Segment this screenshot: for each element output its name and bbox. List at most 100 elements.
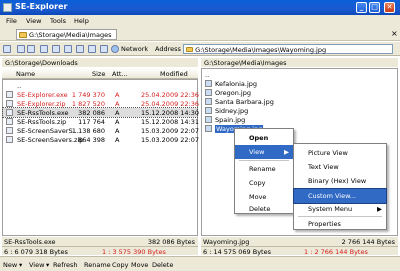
minimize-button[interactable]: _	[356, 2, 367, 13]
submenu-arrow-icon: ▶	[377, 205, 382, 213]
folder-up-icon[interactable]	[27, 45, 35, 53]
path-tab[interactable]: G:\Storage\Media\Images	[16, 29, 117, 40]
left-status: SE-RssTools.exe 382 086 Bytes	[2, 237, 198, 246]
copy-icon[interactable]	[76, 45, 84, 53]
folder-icon	[186, 47, 193, 52]
file-name: Santa Barbara.jpg	[215, 98, 274, 106]
view-text[interactable]: Text View	[294, 160, 386, 174]
address-value: G:\Storage\Media\Images\Wayoming.jpg	[195, 46, 327, 54]
view-picture[interactable]: Picture View	[294, 146, 386, 160]
cell-size: 1 827 520	[71, 100, 105, 108]
col-size[interactable]: Size	[92, 70, 105, 78]
right-summary: 6 : 14 575 069 Bytes 1 : 2 766 144 Bytes	[201, 246, 398, 256]
cell-name: SE-Explorer.zip	[17, 100, 66, 108]
tab-close-icon[interactable]: ×	[391, 29, 398, 38]
maximize-button[interactable]: □	[369, 2, 380, 13]
file-icon	[6, 136, 13, 143]
cell-modified: 25.04.2009 22:36	[141, 91, 200, 99]
list-item[interactable]: Wayoming.jpg	[202, 124, 397, 133]
ctx-view[interactable]: View ▶	[235, 145, 293, 159]
list-item[interactable]: Kefalonia.jpg	[202, 79, 397, 88]
refresh-icon[interactable]	[100, 45, 108, 53]
col-modified[interactable]: Modified	[160, 70, 188, 78]
file-icon	[6, 100, 13, 107]
view-binary[interactable]: Binary (Hex) View	[294, 174, 386, 188]
folder-new-icon[interactable]	[17, 45, 25, 53]
ctx-delete[interactable]: Delete	[235, 202, 293, 216]
menu-bar: File View Tools Help	[0, 15, 400, 27]
network-button[interactable]: Network	[121, 45, 148, 53]
path-tab-label: G:\Storage\Media\Images	[29, 31, 112, 39]
left-summary: 6 : 6 079 318 Bytes 1 : 3 575 390 Bytes	[2, 246, 198, 256]
image-file-icon	[205, 80, 212, 87]
app-icon	[3, 3, 12, 12]
submenu-arrow-icon: ▶	[284, 148, 289, 156]
grid-view-icon[interactable]	[3, 45, 11, 53]
table-row[interactable]: SE-ScreenSaverS... 1 138 680 A 15.03.2009 2…	[3, 126, 199, 135]
cell-attr: A	[115, 136, 120, 144]
file-name: Oregon.jpg	[215, 89, 251, 97]
function-bar: New ▾ View ▾ Refresh Rename Copy Move De…	[0, 256, 400, 271]
cell-attr: A	[115, 91, 120, 99]
cell-modified: 25.04.2009 22:36	[141, 100, 200, 108]
list-item[interactable]: Spain.jpg	[202, 115, 397, 124]
bottom-delete[interactable]: Delete	[152, 261, 173, 269]
file-icon	[6, 118, 13, 125]
dropdown-icon: ▾	[46, 261, 50, 269]
list-item[interactable]: Oregon.jpg	[202, 88, 397, 97]
table-row[interactable]: SE-Explorer.exe 1 749 370 A 25.04.2009 22:3…	[3, 90, 200, 99]
back-icon[interactable]	[52, 45, 60, 53]
cell-size: 382 086	[78, 109, 105, 117]
cell-name: SE-ScreenSaverS...	[17, 127, 79, 135]
table-row[interactable]: SE-Explorer.zip 1 827 520 A 25.04.2009 22:3…	[3, 99, 200, 108]
list-item[interactable]: Sidney.jpg	[202, 106, 397, 115]
list-item-up[interactable]: ..	[202, 70, 397, 79]
list-item[interactable]: Santa Barbara.jpg	[202, 97, 397, 106]
bottom-rename[interactable]: Rename	[84, 261, 111, 269]
menu-help[interactable]: Help	[74, 17, 89, 25]
right-panel-path: G:\Storage\Media\Images	[201, 58, 398, 67]
right-status-size: 2 766 144 Bytes	[341, 238, 395, 246]
left-panel-path: G:\Storage\Downloads	[2, 58, 198, 67]
right-status: Wayoming.jpg 2 766 144 Bytes	[201, 237, 398, 246]
left-column-header: Name Size Att... Modified	[2, 68, 198, 79]
image-file-icon	[205, 89, 212, 96]
title-bar: SE-Explorer _ □ ✕	[0, 0, 400, 15]
bottom-move[interactable]: Move	[131, 261, 148, 269]
table-row[interactable]: SE-ScreenSavers.zip 864 398 A 15.03.2009 22…	[3, 135, 200, 144]
left-file-list[interactable]: .. SE-Explorer.exe 1 749 370 A 25.04.2009 2…	[2, 79, 200, 236]
view-system-menu[interactable]: System Menu ▶	[294, 202, 386, 216]
bottom-copy[interactable]: Copy	[112, 261, 129, 269]
bottom-refresh[interactable]: Refresh	[53, 261, 78, 269]
close-button[interactable]: ✕	[384, 2, 395, 13]
window-title: SE-Explorer	[15, 2, 68, 11]
col-attr[interactable]: Att...	[112, 70, 128, 78]
forward-icon[interactable]	[64, 45, 72, 53]
cell-attr: A	[115, 118, 120, 126]
paste-icon[interactable]	[88, 45, 96, 53]
bottom-new[interactable]: New	[3, 261, 17, 269]
view-properties[interactable]: Properties	[294, 217, 386, 231]
menu-view[interactable]: View	[26, 17, 41, 25]
folder-icon	[19, 32, 27, 38]
cell-name: SE-RssTools.zip	[17, 118, 67, 126]
bottom-view[interactable]: View	[29, 261, 44, 269]
cell-size: 1 749 370	[71, 91, 105, 99]
file-icon	[6, 109, 13, 116]
menu-tools[interactable]: Tools	[50, 17, 66, 25]
cut-icon[interactable]	[40, 45, 48, 53]
list-item-up[interactable]: ..	[3, 81, 197, 90]
address-input[interactable]: G:\Storage\Media\Images\Wayoming.jpg	[183, 44, 393, 54]
view-custom[interactable]: Custom View...	[293, 188, 387, 204]
ctx-open[interactable]: Open	[235, 131, 293, 145]
cell-size: 864 398	[78, 136, 105, 144]
ctx-copy[interactable]: Copy	[235, 176, 293, 190]
ctx-rename[interactable]: Rename	[235, 162, 293, 176]
cell-modified: 15.03.2009 22:07	[141, 136, 200, 144]
network-icon[interactable]	[111, 45, 119, 53]
table-row[interactable]: SE-RssTools.exe 382 086 A 15.12.2008 14:30	[2, 107, 199, 118]
table-row[interactable]: SE-RssTools.zip 117 764 A 15.12.2008 14:31	[3, 117, 199, 126]
menu-file[interactable]: File	[6, 17, 17, 25]
ctx-separator	[239, 160, 289, 161]
col-name[interactable]: Name	[16, 70, 35, 78]
